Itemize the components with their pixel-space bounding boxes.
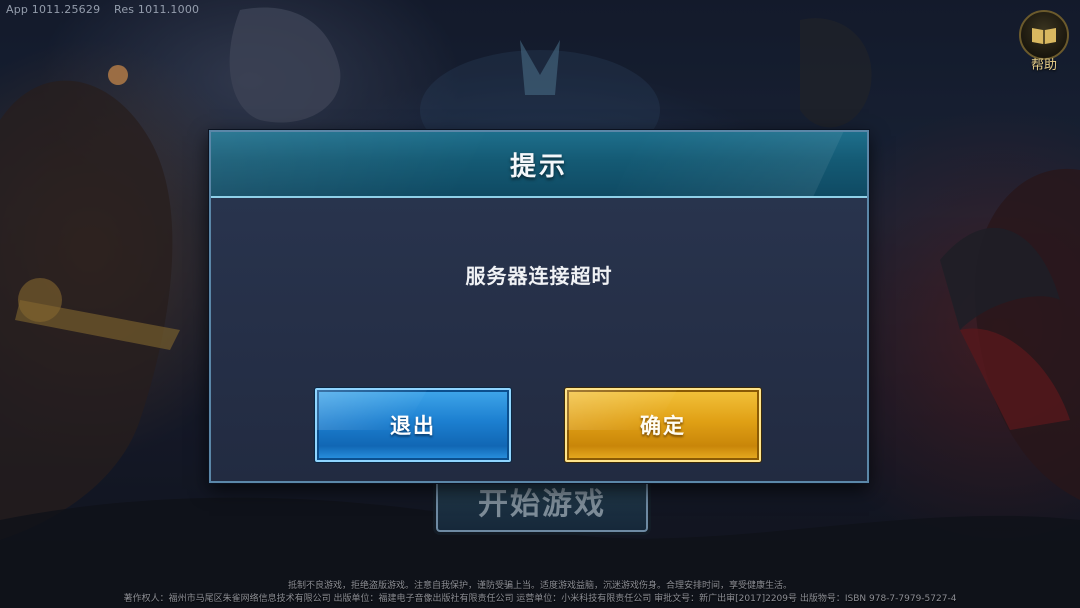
book-icon (1019, 10, 1069, 60)
confirm-button-label: 确定 (640, 414, 686, 438)
dialog-message: 服务器连接超时 (465, 264, 613, 288)
alert-dialog: 提示 服务器连接超时 退出 确定 (209, 130, 869, 483)
version-info: App 1011.25629 Res 1011.1000 (6, 3, 199, 16)
dialog-header: 提示 (211, 132, 867, 198)
exit-button-label: 退出 (390, 414, 436, 438)
footer: 抵制不良游戏，拒绝盗版游戏。注意自我保护，谨防受骗上当。适度游戏益脑，沉迷游戏伤… (0, 580, 1080, 608)
dialog-title: 提示 (509, 151, 568, 182)
confirm-button[interactable]: 确定 (565, 388, 761, 462)
footer-copyright: 著作权人：福州市马尾区朱雀网络信息技术有限公司 出版单位：福建电子音像出版社有限… (123, 594, 957, 604)
help-label: 帮助 (1030, 58, 1057, 73)
footer-notice: 抵制不良游戏，拒绝盗版游戏。注意自我保护，谨防受骗上当。适度游戏益脑，沉迷游戏伤… (287, 581, 792, 591)
app-version: App 1011.25629 (6, 3, 101, 16)
help-button[interactable]: 帮助 (1016, 10, 1072, 74)
exit-button[interactable]: 退出 (315, 388, 511, 462)
res-version: Res 1011.1000 (113, 3, 200, 16)
